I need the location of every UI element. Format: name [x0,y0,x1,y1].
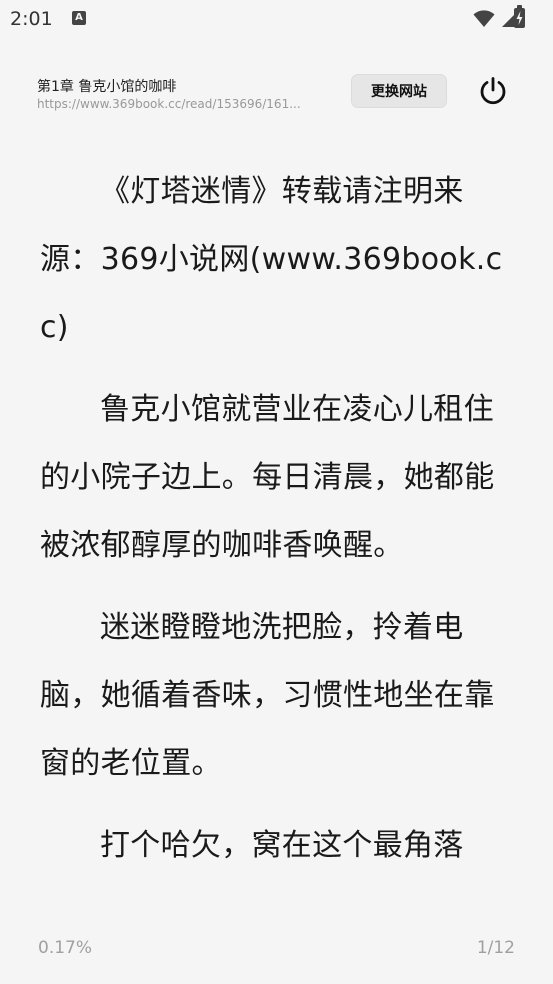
chapter-title: 第1章 鲁克小馆的咖啡 [37,79,177,95]
chapter-url[interactable]: https://www.369book.cc/read/153696/161..… [37,97,329,111]
reader-header: 第1章 鲁克小馆的咖啡 https://www.369book.cc/read/… [0,70,553,120]
paragraph: 鲁克小馆就营业在凌心儿租住的小院子边上。每日清晨，她都能被浓郁醇厚的咖啡香唤醒。 [40,392,495,563]
a-app-icon: A [72,11,86,25]
switch-site-button[interactable]: 更换网站 [351,74,447,108]
wifi-icon [473,10,495,27]
paragraph: 《灯塔迷情》转载请注明来源：369小说网(www.369book.cc) [40,174,503,345]
paragraph: 迷迷瞪瞪地洗把脸，拎着电脑，她循着香味，习惯性地坐在靠窗的老位置。 [40,610,495,781]
status-time: 2:01 [10,8,53,30]
chapter-content[interactable]: 《灯塔迷情》转载请注明来源：369小说网(www.369book.cc) 鲁克小… [40,158,518,894]
reading-progress: 0.17% [38,938,93,958]
status-icons [473,8,519,30]
paragraph: 打个哈欠，窝在这个最角落 [100,828,464,863]
power-icon [480,77,506,105]
page-indicator: 1/12 [476,938,515,958]
battery-charging-icon [514,5,525,28]
status-bar: 2:01 A [0,0,553,40]
power-button[interactable] [476,74,510,108]
